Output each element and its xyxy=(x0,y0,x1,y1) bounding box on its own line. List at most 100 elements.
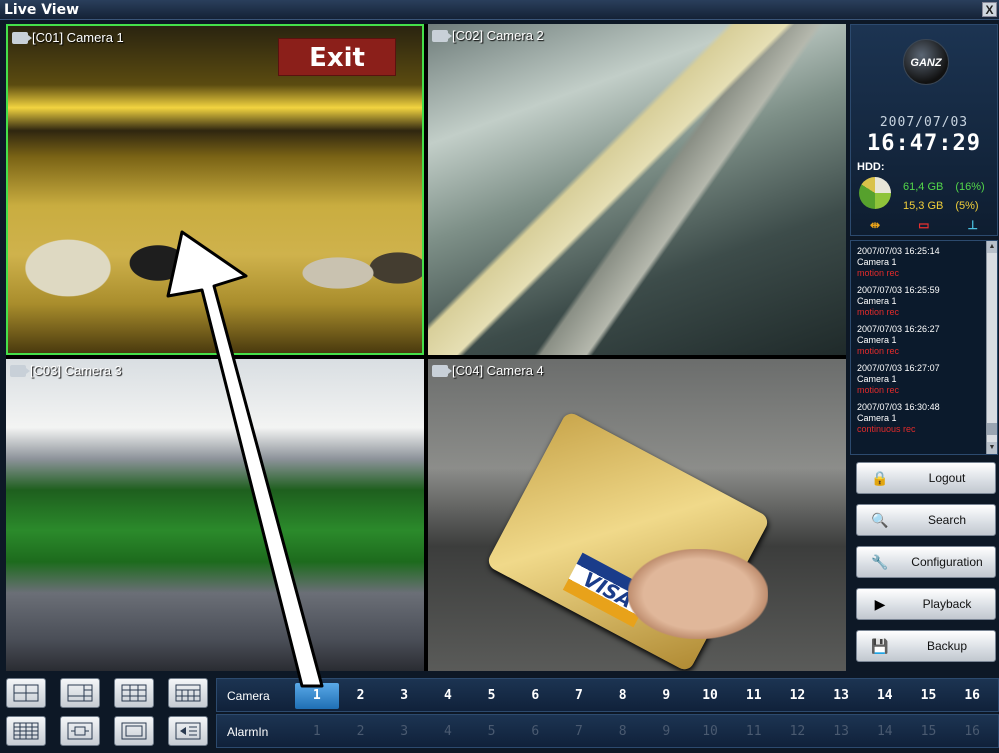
camera-number-button[interactable]: 7 xyxy=(557,679,601,711)
alarm-indicator: 8 xyxy=(618,724,627,739)
current-date: 2007/07/03 xyxy=(879,115,969,130)
camera-number-button[interactable]: 15 xyxy=(907,679,951,711)
tape-icon: ▭ xyxy=(918,218,930,232)
camera-view-1[interactable]: Exit [C01] Camera 1 xyxy=(6,24,424,355)
camera-number-button[interactable]: 9 xyxy=(645,679,689,711)
log-camera: Camera 1 xyxy=(857,257,897,267)
log-camera: Camera 1 xyxy=(857,296,897,306)
camera-number-button[interactable]: 14 xyxy=(863,679,907,711)
camera-label-text: [C01] Camera 1 xyxy=(32,30,124,45)
window-title: Live View xyxy=(4,2,80,18)
log-time: 2007/07/03 16:25:59 xyxy=(857,285,940,295)
instant-backup-icon: 💾 xyxy=(871,637,889,654)
current-time: 16:47:29 xyxy=(867,131,981,156)
playback-button[interactable]: ▶ Playback xyxy=(856,588,996,620)
parking-cars xyxy=(8,208,422,298)
hdd-row: 15,3 GB (5%) xyxy=(903,200,979,212)
camera-view-3[interactable]: [C03] Camera 3 xyxy=(6,359,424,671)
camera-number-button[interactable]: 11 xyxy=(732,679,776,711)
camera-number-button[interactable]: 4 xyxy=(426,679,470,711)
bottom-bar: Camera 1 2 3 4 5 6 7 8 9 10 11 12 13 14 … xyxy=(0,674,999,753)
camera-number-button[interactable]: 8 xyxy=(601,679,645,711)
camera-number-button[interactable]: 12 xyxy=(776,679,820,711)
camera-number-button[interactable]: 1 xyxy=(295,683,339,709)
camera-label: [C02] Camera 2 xyxy=(432,28,544,43)
button-label: Search xyxy=(927,513,967,527)
camera-view-4[interactable]: VISA [C04] Camera 4 xyxy=(428,359,846,671)
camera-number-button[interactable]: 6 xyxy=(513,679,557,711)
alarm-indicator: 5 xyxy=(487,724,496,739)
camera-number-button[interactable]: 10 xyxy=(688,679,732,711)
alarm-indicator: 15 xyxy=(920,724,937,739)
layout-4-icon[interactable] xyxy=(6,678,46,708)
layout-buttons xyxy=(6,678,212,750)
side-panel: GANZ 2007/07/03 16:47:29 HDD: 61,4 GB (1… xyxy=(850,24,998,662)
title-bar: Live View X xyxy=(0,0,999,20)
log-entry: 2007/07/03 16:25:59 Camera 1 motion rec xyxy=(857,285,985,318)
alarm-indicator: 6 xyxy=(531,724,540,739)
subway-platform xyxy=(428,24,846,355)
log-entry: 2007/07/03 16:25:14 Camera 1 motion rec xyxy=(857,246,985,279)
layout-sequence-icon[interactable] xyxy=(168,716,208,746)
camera-select-strip: Camera 1 2 3 4 5 6 7 8 9 10 11 12 13 14 … xyxy=(216,678,999,712)
hdd-label: HDD: xyxy=(857,161,885,173)
scroll-down-icon[interactable]: ▼ xyxy=(987,442,997,454)
log-scrollbar[interactable]: ▲ ▼ xyxy=(986,241,997,454)
alarm-indicator: 7 xyxy=(575,724,583,739)
alarm-indicator: 16 xyxy=(964,724,980,739)
close-button[interactable]: X xyxy=(982,2,997,17)
camera-number-button[interactable]: 3 xyxy=(382,679,426,711)
search-button[interactable]: 🔍 Search xyxy=(856,504,996,536)
camera-number-button[interactable]: 2 xyxy=(339,679,383,711)
backup-button[interactable]: 💾 Backup xyxy=(856,630,996,662)
hdd-pie-chart xyxy=(859,177,891,209)
camera-icon xyxy=(432,364,452,377)
camera-number-button[interactable]: 5 xyxy=(470,679,514,711)
logout-button[interactable]: 🔒 Logout xyxy=(856,462,996,494)
camera-label-text: [C04] Camera 4 xyxy=(452,363,544,378)
log-time: 2007/07/03 16:26:27 xyxy=(857,324,940,334)
camera-label: [C04] Camera 4 xyxy=(432,363,544,378)
camera-number-button[interactable]: 13 xyxy=(819,679,863,711)
camera-number-button[interactable]: 16 xyxy=(950,679,994,711)
log-camera: Camera 1 xyxy=(857,413,897,423)
log-type: motion rec xyxy=(857,307,900,317)
hdd-percent: (16%) xyxy=(955,181,985,193)
button-label: Backup xyxy=(926,639,968,653)
alarm-indicator: 13 xyxy=(833,724,849,739)
log-type: continuous rec xyxy=(857,424,916,434)
log-camera: Camera 1 xyxy=(857,335,897,345)
configuration-button[interactable]: 🔧 Configuration xyxy=(856,546,996,578)
camera-view-2[interactable]: [C02] Camera 2 xyxy=(428,24,846,355)
scroll-thumb[interactable] xyxy=(987,423,997,435)
alarm-indicator: 10 xyxy=(702,724,718,739)
hdd-size: 61,4 GB xyxy=(903,181,944,193)
log-time: 2007/07/03 16:30:48 xyxy=(857,402,940,412)
layout-fullscreen-icon[interactable] xyxy=(114,716,154,746)
layout-9-icon[interactable] xyxy=(114,678,154,708)
alarm-in-strip: AlarmIn 1 2 3 4 5 6 7 8 9 10 11 12 13 14… xyxy=(216,714,999,748)
button-label: Playback xyxy=(922,597,972,611)
layout-10-icon[interactable] xyxy=(168,678,208,708)
alarm-numbers: 1 2 3 4 5 6 7 8 9 10 11 12 13 14 15 16 xyxy=(295,715,995,749)
brand-logo: GANZ xyxy=(903,39,949,85)
status-icons: ⇹ ▭ ⊥ xyxy=(851,218,997,232)
alarm-indicator: 3 xyxy=(400,724,409,739)
layout-6-icon[interactable] xyxy=(60,678,100,708)
log-entry: 2007/07/03 16:30:48 Camera 1 continuous … xyxy=(857,402,985,435)
event-log[interactable]: 2007/07/03 16:25:14 Camera 1 motion rec … xyxy=(850,240,998,455)
alarm-indicator: 11 xyxy=(745,724,762,739)
alarm-indicator: 2 xyxy=(356,724,365,739)
magnifier-icon: 🔍 xyxy=(871,511,889,528)
alarm-indicator: 1 xyxy=(312,724,321,739)
button-label: Configuration xyxy=(911,555,983,569)
playback-1ch-icon: ▶ xyxy=(874,595,886,612)
layout-pip-icon[interactable] xyxy=(60,716,100,746)
log-type: motion rec xyxy=(857,268,900,278)
scroll-up-icon[interactable]: ▲ xyxy=(987,241,997,253)
layout-16-icon[interactable] xyxy=(6,716,46,746)
camera-label: [C03] Camera 3 xyxy=(10,363,122,378)
usb-icon: ⇹ xyxy=(870,218,881,232)
event-log-entries: 2007/07/03 16:25:14 Camera 1 motion rec … xyxy=(857,246,985,441)
log-camera: Camera 1 xyxy=(857,374,897,384)
